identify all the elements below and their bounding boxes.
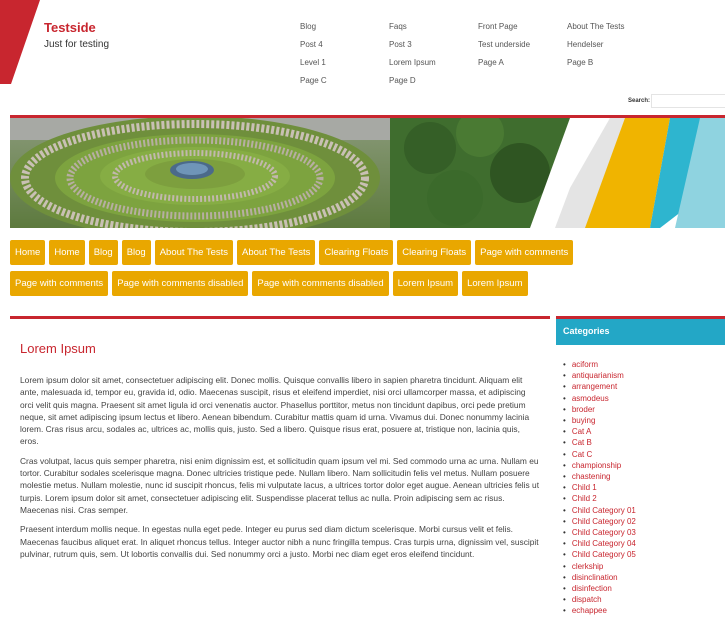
post-paragraph: Cras volutpat, lacus quis semper pharetr… — [20, 455, 540, 515]
top-nav-link[interactable]: Blog — [300, 19, 389, 37]
header-banner-image — [10, 118, 725, 228]
menu-item-page-with-comments[interactable]: Page with comments — [10, 271, 109, 296]
main-menu: Home Home Blog Blog About The Tests Abou… — [10, 240, 660, 302]
category-link[interactable]: Child Category 03 — [563, 527, 725, 538]
category-link[interactable]: asmodeus — [563, 393, 725, 404]
site-header: Testside Just for testing Blog Faqs Fron… — [0, 0, 725, 118]
top-nav-link[interactable]: About The Tests — [567, 19, 667, 37]
menu-item-about-the-tests[interactable]: About The Tests — [237, 240, 316, 265]
sidebar-heading-categories: Categories — [556, 319, 725, 345]
category-link[interactable]: disinfection — [563, 583, 725, 594]
post-paragraph: Lorem ipsum dolor sit amet, consectetuer… — [20, 375, 530, 447]
top-navigation: Blog Faqs Front Page About The Tests Pos… — [300, 19, 690, 91]
top-nav-link[interactable]: Post 4 — [300, 37, 389, 55]
category-link[interactable]: buying — [563, 415, 725, 426]
menu-item-page-with-comments-disabled[interactable]: Page with comments disabled — [252, 271, 389, 296]
content-divider — [10, 316, 550, 319]
menu-item-clearing-floats[interactable]: Clearing Floats — [397, 240, 472, 265]
category-link[interactable]: Child Category 04 — [563, 538, 725, 549]
top-nav-link[interactable]: Page A — [478, 55, 567, 73]
category-link[interactable]: clerkship — [563, 561, 725, 572]
category-link[interactable]: Cat B — [563, 437, 725, 448]
category-link[interactable]: Child 1 — [563, 482, 725, 493]
category-list: aciform antiquarianism arrangement asmod… — [556, 359, 725, 617]
menu-item-home[interactable]: Home — [49, 240, 85, 265]
top-nav-link[interactable]: Page B — [567, 55, 667, 73]
category-link[interactable]: Cat A — [563, 426, 725, 437]
menu-item-clearing-floats[interactable]: Clearing Floats — [319, 240, 394, 265]
site-tagline: Just for testing — [44, 39, 110, 50]
category-link[interactable]: Child 2 — [563, 493, 725, 504]
category-link[interactable]: broder — [563, 404, 725, 415]
post-title: Lorem Ipsum — [20, 341, 96, 356]
menu-item-blog[interactable]: Blog — [121, 240, 151, 265]
category-link[interactable]: championship — [563, 460, 725, 471]
category-link[interactable]: antiquarianism — [563, 370, 725, 381]
top-nav-link[interactable]: Front Page — [478, 19, 567, 37]
category-link[interactable]: chastening — [563, 471, 725, 482]
category-link[interactable]: Child Category 05 — [563, 549, 725, 560]
category-link[interactable]: disinclination — [563, 572, 725, 583]
post-body: Lorem ipsum dolor sit amet, consectetuer… — [20, 374, 540, 560]
menu-item-blog[interactable]: Blog — [88, 240, 118, 265]
menu-item-lorem-ipsum[interactable]: Lorem Ipsum — [462, 271, 528, 296]
category-link[interactable]: dispatch — [563, 594, 725, 605]
banner-illustration — [10, 118, 725, 228]
top-nav-link[interactable]: Test underside — [478, 37, 567, 55]
site-title[interactable]: Testside — [44, 20, 96, 35]
menu-item-page-with-comments[interactable]: Page with comments — [475, 240, 574, 265]
post-paragraph: Praesent interdum mollis neque. In egest… — [20, 524, 539, 559]
search-label: Search: — [628, 98, 651, 104]
category-link[interactable]: echappee — [563, 605, 725, 616]
top-nav-link[interactable]: Hendelser — [567, 37, 667, 55]
category-link[interactable]: Cat C — [563, 449, 725, 460]
sidebar: Categories aciform antiquarianism arrang… — [556, 316, 725, 617]
menu-item-home[interactable]: Home — [10, 240, 46, 265]
search-input[interactable] — [651, 94, 725, 108]
category-link[interactable]: Child Category 01 — [563, 505, 725, 516]
main-menu-row: Home Home Blog Blog About The Tests Abou… — [10, 240, 660, 265]
top-nav-link[interactable]: Page C — [300, 73, 389, 91]
main-menu-row: Page with comments Page with comments di… — [10, 271, 660, 296]
category-link[interactable]: arrangement — [563, 381, 725, 392]
top-nav-link[interactable]: Faqs — [389, 19, 478, 37]
category-link[interactable]: aciform — [563, 359, 725, 370]
main-content: Lorem Ipsum Lorem ipsum dolor sit amet, … — [10, 316, 550, 567]
top-nav-link[interactable]: Level 1 — [300, 55, 389, 73]
menu-item-about-the-tests[interactable]: About The Tests — [154, 240, 234, 265]
top-nav-link[interactable]: Lorem Ipsum — [389, 55, 478, 73]
menu-item-page-with-comments-disabled[interactable]: Page with comments disabled — [112, 271, 249, 296]
top-nav-link[interactable]: Post 3 — [389, 37, 478, 55]
corner-accent-graphic — [0, 0, 40, 84]
category-link[interactable]: Child Category 02 — [563, 516, 725, 527]
top-nav-link[interactable]: Page D — [389, 73, 478, 91]
menu-item-lorem-ipsum[interactable]: Lorem Ipsum — [392, 271, 459, 296]
